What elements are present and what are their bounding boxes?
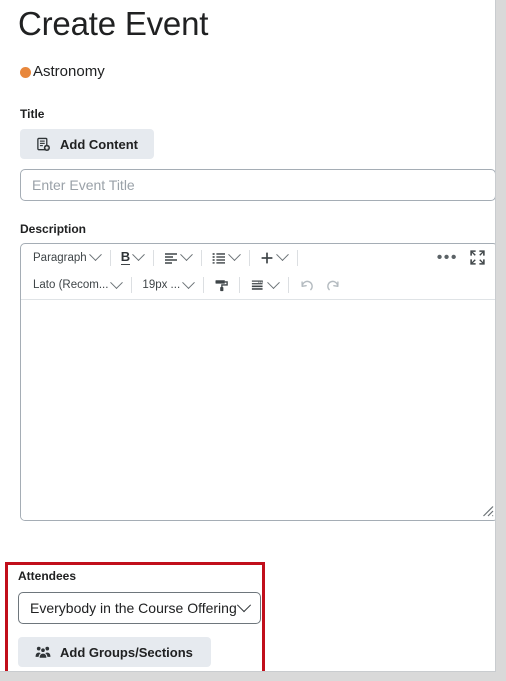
insert-menu-button[interactable] <box>254 247 293 269</box>
add-groups-sections-label: Add Groups/Sections <box>60 644 193 660</box>
paragraph-style-label: Paragraph <box>33 251 87 264</box>
format-painter-icon <box>214 278 229 293</box>
title-label: Title <box>20 107 45 121</box>
add-content-button[interactable]: Add Content <box>20 129 154 159</box>
chevron-down-icon <box>276 248 289 262</box>
line-spacing-menu-button[interactable]: 123 <box>244 274 284 296</box>
course-color-dot <box>20 66 31 78</box>
toolbar-divider <box>297 249 299 266</box>
bullet-list-icon <box>212 252 226 264</box>
undo-button[interactable] <box>293 274 320 296</box>
description-label: Description <box>20 222 87 236</box>
toolbar-divider <box>201 249 203 266</box>
redo-icon <box>326 278 341 293</box>
add-content-button-wrap: Add Content <box>20 129 485 159</box>
chevron-down-icon <box>88 248 102 262</box>
people-group-icon <box>35 645 51 659</box>
page-content: Create Event Astronomy Title Add Content… <box>0 2 495 521</box>
resize-handle-icon[interactable] <box>480 503 494 517</box>
attendees-section-highlight: Attendees Everybody in the Course Offeri… <box>5 562 265 671</box>
chevron-down-icon <box>228 248 241 262</box>
course-name: Astronomy <box>33 63 105 80</box>
more-options-icon: ••• <box>436 248 458 266</box>
chevron-down-icon <box>180 248 193 262</box>
undo-icon <box>299 278 314 293</box>
add-content-icon <box>36 137 51 152</box>
chevron-down-icon <box>182 275 196 289</box>
course-indicator: Astronomy <box>20 63 485 81</box>
toolbar-divider <box>131 277 133 293</box>
fullscreen-expand-icon <box>470 250 485 265</box>
chevron-down-icon <box>267 275 281 289</box>
add-content-label: Add Content <box>60 136 138 152</box>
align-left-icon <box>164 252 178 264</box>
format-painter-button[interactable] <box>208 274 235 296</box>
chevron-down-icon <box>132 248 145 262</box>
description-editor: Paragraph B ••• Lato (Recom... 19px ... … <box>20 243 495 521</box>
page-title: Create Event <box>18 5 209 42</box>
svg-text:123: 123 <box>258 279 264 283</box>
toolbar-divider <box>249 249 251 266</box>
chevron-down-icon <box>110 275 124 289</box>
toolbar-divider <box>288 277 290 293</box>
editor-toolbar-row-1: Paragraph B ••• <box>21 244 495 271</box>
create-event-page: Create Event Astronomy Title Add Content… <box>0 0 496 672</box>
font-size-select[interactable]: 19px ... <box>136 274 199 296</box>
fullscreen-button[interactable] <box>464 247 491 269</box>
event-title-input[interactable] <box>20 169 495 201</box>
bold-menu-button[interactable]: B <box>115 247 149 269</box>
add-groups-button-wrap: Add Groups/Sections <box>18 637 262 667</box>
attendees-select[interactable]: Everybody in the Course Offering <box>18 592 261 624</box>
attendees-select-value: Everybody in the Course Offering <box>30 600 237 616</box>
insert-plus-icon <box>260 251 274 265</box>
toolbar-divider <box>203 277 205 293</box>
chevron-down-icon <box>236 598 252 613</box>
toolbar-divider <box>109 249 111 266</box>
more-options-button[interactable]: ••• <box>431 247 464 269</box>
editor-content-area[interactable] <box>21 301 495 520</box>
add-groups-sections-button[interactable]: Add Groups/Sections <box>18 637 211 667</box>
redo-button[interactable] <box>320 274 347 296</box>
line-spacing-icon: 123 <box>250 279 265 292</box>
list-menu-button[interactable] <box>206 247 245 269</box>
align-menu-button[interactable] <box>158 247 197 269</box>
toolbar-divider <box>153 249 155 266</box>
toolbar-divider <box>239 277 241 293</box>
editor-toolbar-row-2: Lato (Recom... 19px ... 123 <box>21 271 495 300</box>
bold-icon: B <box>120 249 131 265</box>
paragraph-style-select[interactable]: Paragraph <box>27 247 106 269</box>
attendees-label: Attendees <box>18 569 77 583</box>
font-family-select[interactable]: Lato (Recom... <box>27 274 127 296</box>
font-size-label: 19px ... <box>142 279 181 291</box>
attendees-section: Attendees Everybody in the Course Offeri… <box>8 565 262 667</box>
font-family-label: Lato (Recom... <box>33 279 109 291</box>
